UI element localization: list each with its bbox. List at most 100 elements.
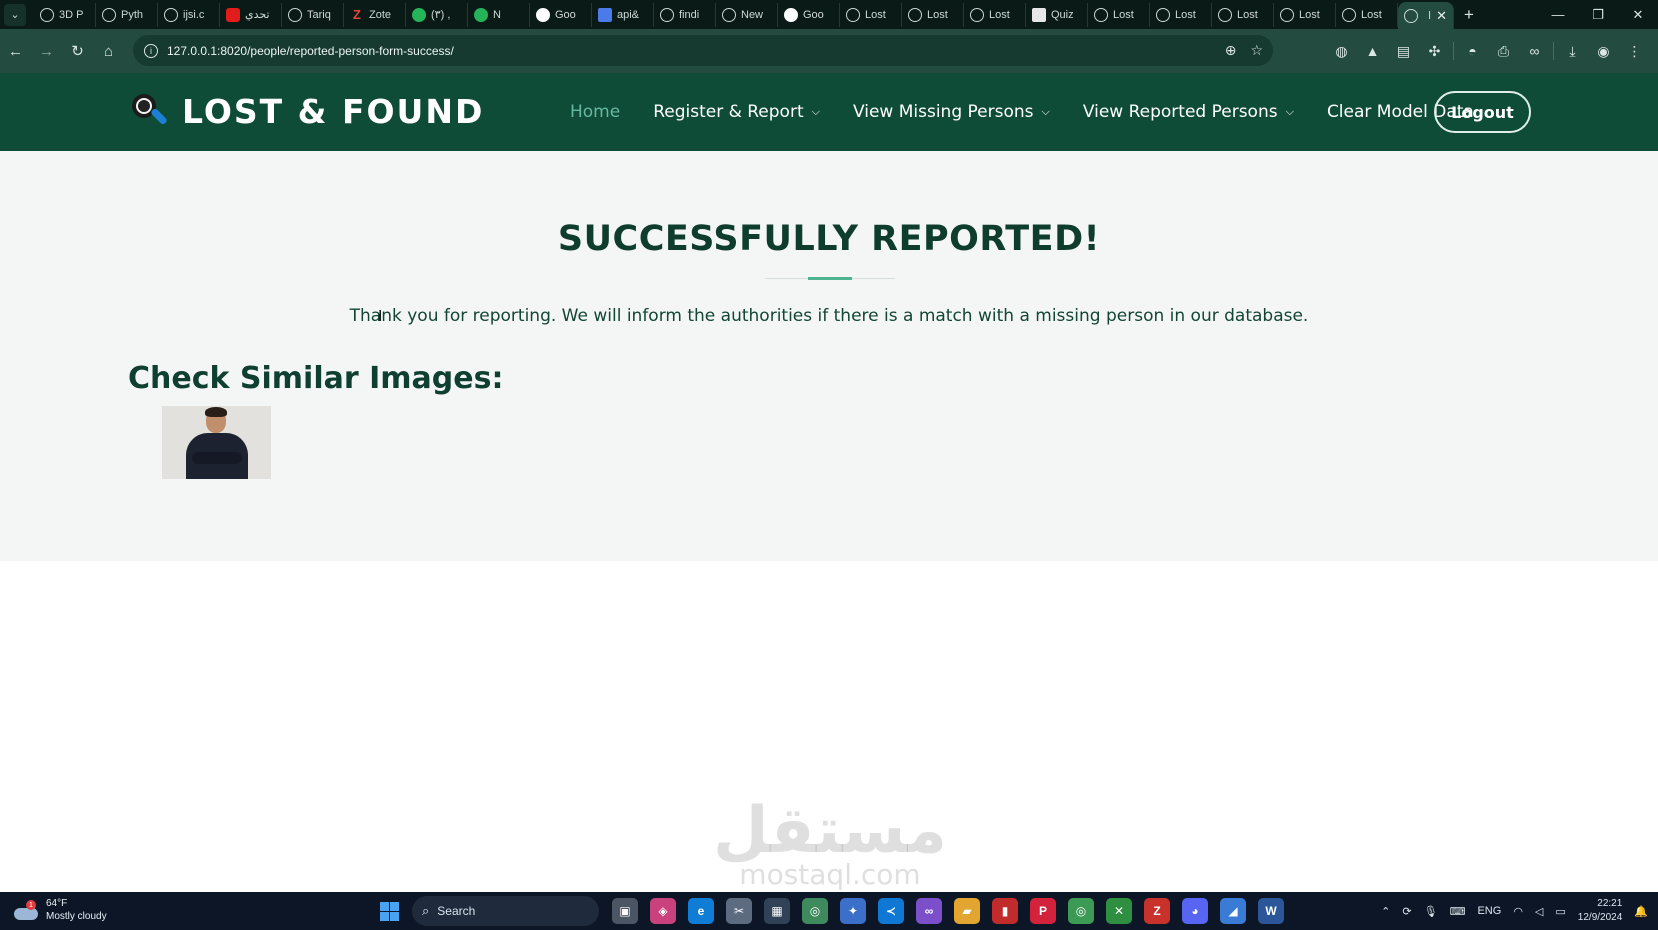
windows-start-icon[interactable] bbox=[380, 902, 399, 921]
wifi-icon[interactable]: ◠ bbox=[1513, 905, 1523, 918]
weather-widget[interactable]: 1 64°F Mostly cloudy bbox=[14, 897, 107, 923]
chrome-icon[interactable]: ◎ bbox=[802, 898, 828, 924]
site-header: LOST & FOUND Home Register & Report ⌵ Vi… bbox=[0, 73, 1658, 151]
extensions-area: ◍ ▲ ▤ ✣ ◓ ⎙ ∞ ⤓ ◉ ⋮ bbox=[1326, 29, 1658, 73]
browser-tab[interactable]: api& bbox=[592, 2, 654, 27]
browser-tab[interactable]: Tariq bbox=[282, 2, 344, 27]
forward-icon[interactable]: → bbox=[31, 36, 62, 66]
vscode-icon[interactable]: ≺ bbox=[878, 898, 904, 924]
nav-home[interactable]: Home bbox=[570, 102, 620, 122]
task-view-icon[interactable]: ▣ bbox=[612, 898, 638, 924]
browser-tab[interactable]: findi bbox=[654, 2, 716, 27]
browser-tab[interactable]: Lost bbox=[1274, 2, 1336, 27]
taskbar-search[interactable]: ⌕ Search bbox=[412, 896, 599, 926]
search-icon: ⌕ bbox=[422, 903, 430, 918]
github-icon bbox=[288, 7, 302, 22]
discord-icon[interactable]: ◕ bbox=[1182, 898, 1208, 924]
notification-bell-icon[interactable]: 🔔 bbox=[1634, 905, 1648, 918]
home-icon[interactable]: ⌂ bbox=[93, 36, 124, 66]
browser-tab-label: findi bbox=[679, 8, 700, 21]
browser-tab[interactable]: Lost bbox=[902, 2, 964, 27]
browser-tab-label: ijsi.c bbox=[183, 8, 205, 21]
zoom-icon[interactable]: ⊕ bbox=[1225, 42, 1237, 59]
file-explorer-icon[interactable]: ▰ bbox=[954, 898, 980, 924]
url-text[interactable]: 127.0.0.1:8020/people/reported-person-fo… bbox=[167, 44, 454, 58]
app-icon[interactable]: ◢ bbox=[1220, 898, 1246, 924]
app-icon[interactable]: ▮ bbox=[992, 898, 1018, 924]
browser-tab[interactable]: Z Zote bbox=[344, 2, 406, 27]
address-bar[interactable]: i 127.0.0.1:8020/people/reported-person-… bbox=[133, 35, 1273, 66]
toolbar-divider bbox=[1453, 42, 1454, 60]
browser-tab[interactable]: Pyth bbox=[96, 2, 158, 27]
chrome-icon[interactable]: ◎ bbox=[1068, 898, 1094, 924]
browser-tab[interactable]: Lost bbox=[840, 2, 902, 27]
restore-icon[interactable]: ❐ bbox=[1578, 0, 1618, 29]
tab-close-icon[interactable]: ✕ bbox=[1436, 8, 1447, 24]
site-logo[interactable]: LOST & FOUND bbox=[128, 91, 484, 131]
tab-active[interactable]: l ✕ bbox=[1398, 2, 1454, 29]
store-icon[interactable]: ▦ bbox=[764, 898, 790, 924]
menu-kebab-icon[interactable]: ⋮ bbox=[1619, 36, 1650, 66]
nav-register-report[interactable]: Register & Report ⌵ bbox=[653, 102, 820, 122]
drive-extension-icon[interactable]: ▲ bbox=[1357, 36, 1388, 66]
browser-tab[interactable]: Lost bbox=[1088, 2, 1150, 27]
document-extension-icon[interactable]: ▤ bbox=[1388, 36, 1419, 66]
visual-studio-icon[interactable]: ∞ bbox=[916, 898, 942, 924]
minimize-icon[interactable]: — bbox=[1538, 0, 1578, 29]
browser-tab[interactable]: (٣) , bbox=[406, 2, 468, 27]
new-tab-button[interactable]: + bbox=[1464, 5, 1474, 25]
clock[interactable]: 22:21 12/9/2024 bbox=[1578, 897, 1623, 925]
close-window-icon[interactable]: ✕ bbox=[1618, 0, 1658, 29]
reload-icon[interactable]: ↻ bbox=[62, 36, 93, 66]
back-icon[interactable]: ← bbox=[0, 36, 31, 66]
browser-tab[interactable]: 3D P bbox=[34, 2, 96, 27]
language-indicator[interactable]: ENG bbox=[1477, 905, 1501, 917]
word-icon[interactable]: W bbox=[1258, 898, 1284, 924]
copilot-icon[interactable]: ◈ bbox=[650, 898, 676, 924]
toolbar-divider bbox=[1553, 42, 1554, 60]
xbox-icon[interactable]: ✕ bbox=[1106, 898, 1132, 924]
browser-tab[interactable]: تحدي bbox=[220, 2, 282, 27]
globe-icon bbox=[846, 7, 860, 22]
nav-view-missing[interactable]: View Missing Persons ⌵ bbox=[853, 102, 1050, 122]
browser-tab[interactable]: Lost bbox=[1336, 2, 1398, 27]
browser-tab[interactable]: New bbox=[716, 2, 778, 27]
profile-icon[interactable]: ◉ bbox=[1588, 36, 1619, 66]
globe-icon bbox=[1280, 7, 1294, 22]
browser-tab[interactable]: Goo bbox=[530, 2, 592, 27]
battery-icon[interactable]: ▭ bbox=[1555, 905, 1565, 918]
volume-icon[interactable]: ◁ bbox=[1535, 905, 1543, 918]
browser-tab[interactable]: Goo bbox=[778, 2, 840, 27]
microphone-icon[interactable]: 🎙 bbox=[1424, 905, 1438, 918]
browser-tab[interactable]: Quiz bbox=[1026, 2, 1088, 27]
browser-tab[interactable]: Lost bbox=[964, 2, 1026, 27]
paper-icon bbox=[1032, 7, 1046, 22]
keyboard-icon[interactable]: ⌨ bbox=[1450, 905, 1466, 918]
incognito-icon[interactable]: ◓ bbox=[1457, 36, 1488, 66]
app-icon[interactable]: ✦ bbox=[840, 898, 866, 924]
chevron-up-icon[interactable]: ⌃ bbox=[1381, 905, 1390, 918]
nav-view-reported-label: View Reported Persons bbox=[1082, 102, 1278, 122]
logo-text[interactable]: LOST & FOUND bbox=[182, 92, 484, 131]
edge-icon[interactable]: e bbox=[688, 898, 714, 924]
browser-tab[interactable]: Lost bbox=[1212, 2, 1274, 27]
similar-person-image[interactable] bbox=[162, 406, 271, 479]
print-icon[interactable]: ⎙ bbox=[1488, 36, 1519, 66]
pinterest-icon[interactable]: P bbox=[1030, 898, 1056, 924]
snipping-tool-icon[interactable]: ✂ bbox=[726, 898, 752, 924]
browser-tab[interactable]: ijsi.c bbox=[158, 2, 220, 27]
puzzle-extensions-icon[interactable]: ✣ bbox=[1419, 36, 1450, 66]
site-info-icon[interactable]: i bbox=[144, 43, 158, 58]
download-icon[interactable]: ⤓ bbox=[1557, 36, 1588, 66]
sync-icon[interactable]: ⟳ bbox=[1402, 905, 1411, 918]
translate-extension-icon[interactable]: ◍ bbox=[1326, 36, 1357, 66]
bookmark-star-icon[interactable]: ☆ bbox=[1250, 42, 1263, 59]
browser-tab[interactable]: N bbox=[468, 2, 530, 27]
logout-button[interactable]: Logout bbox=[1434, 91, 1531, 133]
browser-tab[interactable]: Lost bbox=[1150, 2, 1212, 27]
zotero-icon[interactable]: Z bbox=[1144, 898, 1170, 924]
nav-view-reported[interactable]: View Reported Persons ⌵ bbox=[1083, 102, 1294, 122]
weather-status: Mostly cloudy bbox=[46, 911, 107, 922]
tab-search-icon[interactable]: ⌄ bbox=[4, 3, 26, 26]
link-icon[interactable]: ∞ bbox=[1519, 36, 1550, 66]
